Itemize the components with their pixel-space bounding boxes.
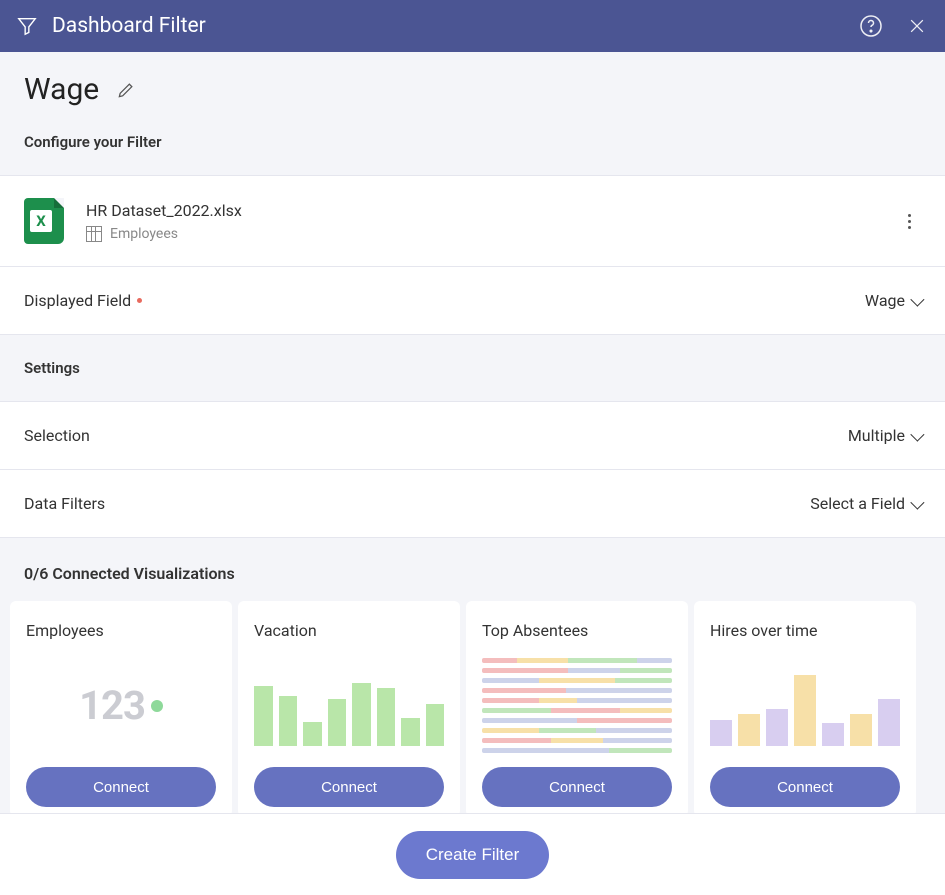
connect-button[interactable]: Connect xyxy=(482,767,672,807)
data-filters-label: Data Filters xyxy=(24,494,105,513)
dataset-sheet: Employees xyxy=(110,226,178,242)
filter-name: Wage xyxy=(24,72,99,107)
create-filter-button[interactable]: Create Filter xyxy=(396,831,550,879)
connect-button[interactable]: Connect xyxy=(26,767,216,807)
viz-title: Employees xyxy=(26,621,216,640)
dataset-filename: HR Dataset_2022.xlsx xyxy=(86,201,242,220)
filter-title-row: Wage xyxy=(0,52,945,123)
viz-card-employees: Employees 123 Connect xyxy=(10,601,232,813)
titlebar: Dashboard Filter xyxy=(0,0,945,52)
footer-bar: Create Filter xyxy=(0,813,945,895)
close-icon[interactable] xyxy=(903,12,931,40)
connect-button[interactable]: Connect xyxy=(710,767,900,807)
viz-thumbnail-bar xyxy=(254,658,444,753)
titlebar-title: Dashboard Filter xyxy=(52,14,857,38)
viz-title: Vacation xyxy=(254,621,444,640)
selection-value[interactable]: Multiple xyxy=(848,426,921,445)
selection-row[interactable]: Selection Multiple xyxy=(0,401,945,470)
displayed-field-label: Displayed Field xyxy=(24,291,131,310)
edit-name-icon[interactable] xyxy=(115,79,137,101)
content-scroll: Wage Configure your Filter HR Dataset_20… xyxy=(0,52,945,813)
filter-icon xyxy=(14,13,40,39)
displayed-field-value[interactable]: Wage xyxy=(865,291,921,310)
viz-thumbnail-gauge: 123 xyxy=(26,658,216,753)
viz-thumbnail-text xyxy=(482,658,672,753)
viz-card-hires: Hires over time Connect xyxy=(694,601,916,813)
viz-thumbnail-bar-multi xyxy=(710,658,900,753)
required-indicator xyxy=(137,298,142,303)
section-configure-label: Configure your Filter xyxy=(0,123,945,175)
selection-label: Selection xyxy=(24,426,90,445)
viz-card-vacation: Vacation Connect xyxy=(238,601,460,813)
dataset-row: HR Dataset_2022.xlsx Employees xyxy=(0,175,945,267)
chevron-down-icon xyxy=(910,427,924,441)
viz-title: Hires over time xyxy=(710,621,900,640)
viz-card-top-absentees: Top Absentees Connect xyxy=(466,601,688,813)
excel-file-icon xyxy=(24,198,64,244)
connect-button[interactable]: Connect xyxy=(254,767,444,807)
viz-title: Top Absentees xyxy=(482,621,672,640)
table-icon xyxy=(86,226,102,242)
visualizations-count-label: 0/6 Connected Visualizations xyxy=(0,538,945,601)
dataset-more-icon[interactable] xyxy=(897,214,921,229)
visualizations-grid: Employees 123 Connect Vacation xyxy=(0,601,945,813)
chevron-down-icon xyxy=(910,495,924,509)
displayed-field-row[interactable]: Displayed Field Wage xyxy=(0,267,945,335)
chevron-down-icon xyxy=(910,292,924,306)
help-icon[interactable] xyxy=(857,12,885,40)
data-filters-value[interactable]: Select a Field xyxy=(810,494,921,513)
data-filters-row[interactable]: Data Filters Select a Field xyxy=(0,470,945,538)
section-settings-label: Settings xyxy=(0,335,945,401)
